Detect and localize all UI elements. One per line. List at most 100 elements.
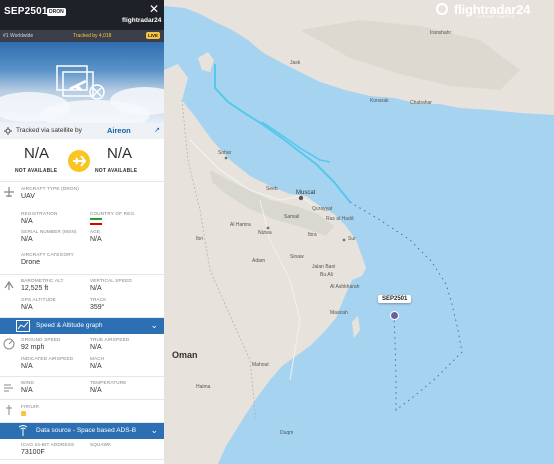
data-source-label: Data source - Space based ADS-B [36, 427, 137, 434]
speed-graph-label: Speed & Altitude graph [36, 322, 103, 329]
serial-number-label: SERIAL NUMBER (MSN) [21, 229, 77, 234]
external-link-icon[interactable]: ↗ [154, 126, 160, 134]
wind-icon [4, 384, 13, 392]
speed-altitude-graph-toggle[interactable]: Speed & Altitude graph ⌄ [0, 318, 164, 334]
city-dot [224, 156, 228, 160]
temperature-label: TEMPERATURE [90, 380, 127, 385]
map-label-adam: Adam [252, 258, 266, 264]
map-label-jask: Jask [290, 60, 301, 66]
map-label-sur: Sur [348, 236, 356, 242]
track-label: TRACK [90, 297, 107, 302]
lock-icon [21, 411, 26, 416]
icao-address-value: 73100F [21, 449, 45, 456]
airplane-icon [68, 150, 90, 172]
close-panel-button[interactable]: ✕ [149, 2, 159, 16]
flight-callsign-tag[interactable]: SEP2501 [378, 295, 412, 303]
fr24-logo-icon [436, 3, 448, 15]
map-label-duqm: Duqm [280, 430, 294, 436]
map-label-mahout: Mahout [252, 362, 269, 368]
ground-speed-value: 92 mph [21, 344, 45, 351]
aircraft-marker[interactable] [390, 311, 399, 320]
map-label-bu-ali: Bu Ali [320, 272, 333, 278]
aircraft-section: AIRCRAFT TYPE (DRON) UAV REGISTRATION N/… [0, 182, 164, 275]
aircraft-icon [4, 187, 14, 197]
mach-label: MACH [90, 356, 105, 361]
tracked-count: Tracked by 4,018 [73, 33, 112, 39]
fir-uir-label: FIR/UIR [21, 404, 39, 409]
aircraft-type-label: AIRCRAFT TYPE (DRON) [21, 186, 79, 191]
map-label-ibri: Ibri [196, 236, 203, 242]
iran-flag-icon [90, 218, 102, 225]
destination-airport: N/A [107, 145, 133, 162]
satellite-tracking-row[interactable]: Tracked via satellite by Aireon ↗ [0, 123, 164, 139]
map-label-samail: Samail [284, 214, 300, 220]
fr24-logo: flightradar24 LIVE AIR TRAFFIC [436, 2, 546, 20]
city-dot [266, 226, 270, 230]
registration-value: N/A [21, 218, 33, 225]
aircraft-category-value: Drone [21, 259, 41, 266]
map-label-chabahar: Chabahar [410, 100, 432, 106]
route-section: N/A NOT AVAILABLE N/A NOT AVAILABLE [0, 139, 164, 182]
aircraft-type-badge: DRON [47, 8, 66, 16]
indicated-airspeed-value: N/A [21, 363, 33, 370]
fir-section: FIR/UIR [0, 400, 164, 423]
map-label-seeb: Seeb [266, 186, 278, 192]
vertical-speed-value: N/A [90, 285, 102, 292]
map-label-nizwa: Nizwa [258, 230, 272, 236]
origin-airport: N/A [24, 145, 50, 162]
map-label-muscat: Muscat [296, 190, 316, 196]
speedometer-icon [3, 338, 15, 350]
temperature-value: N/A [90, 387, 102, 394]
fr24-logo-tagline: LIVE AIR TRAFFIC [476, 14, 515, 19]
live-badge: LIVE [145, 32, 160, 39]
aircraft-type-value: UAV [21, 193, 35, 200]
city-dot [342, 238, 346, 242]
panel-brand: flightradar24 [122, 17, 162, 24]
city-dot-muscat [298, 195, 304, 201]
barometric-altitude-value: 12,525 ft [21, 285, 49, 292]
ground-speed-label: GROUND SPEED [21, 337, 61, 342]
true-airspeed-value: N/A [90, 344, 102, 351]
aircraft-photo-placeholder [0, 42, 164, 123]
fir-icon [6, 405, 12, 415]
wind-value: N/A [21, 387, 33, 394]
map-label-ibra: Ibra [308, 232, 317, 238]
barometric-altitude-label: BAROMETRIC ALT. [21, 278, 65, 283]
map-label-haima: Haima [196, 384, 211, 390]
satellite-text: Tracked via satellite by [16, 127, 82, 134]
age-label: AGE [90, 229, 101, 234]
map-label-sinaw: Sinaw [290, 254, 304, 260]
altitude-icon [4, 280, 14, 290]
map-label-masirah: Masirah [330, 310, 348, 316]
map-label-iranshahr: Iranshahr [430, 30, 452, 36]
country-label: COUNTRY OF REG. [90, 211, 136, 216]
data-source-toggle[interactable]: Data source - Space based ADS-B ⌄ [0, 423, 164, 439]
wind-label: WIND [21, 380, 35, 385]
map-label-oman: Oman [172, 350, 198, 360]
map-label-konarak: Konarak [370, 98, 389, 104]
gps-altitude-label: GPS ALTITUDE [21, 297, 56, 302]
age-value: N/A [90, 236, 102, 243]
gps-altitude-value: N/A [21, 304, 33, 311]
flight-callsign: SEP2501 [4, 6, 48, 17]
map-label-alhamra: Al Hamra [230, 222, 251, 228]
origin-subtitle: NOT AVAILABLE [15, 168, 58, 174]
aircraft-category-label: AIRCRAFT CATEGORY [21, 252, 74, 257]
panel-status-bar: #1 Worldwide Tracked by 4,018 LIVE [0, 30, 164, 42]
antenna-icon [18, 425, 28, 436]
icao-address-label: ICAO 24-BIT ADDRESS [21, 442, 75, 447]
true-airspeed-label: TRUE AIRSPEED [90, 337, 130, 342]
map-label-sohar: Sohar [218, 150, 232, 156]
panel-header: SEP2501 DRON ✕ flightradar24 [0, 0, 164, 30]
speed-section: GROUND SPEED 92 mph TRUE AIRSPEED N/A IN… [0, 334, 164, 377]
map-label-ras-al-hadd: Ras al Hadd [326, 216, 354, 222]
satellite-icon [4, 127, 12, 135]
graph-icon [16, 320, 30, 332]
no-photo-icon [56, 65, 105, 100]
map-label-qurayyat: Qurayyat [312, 206, 333, 212]
vertical-speed-label: VERTICAL SPEED [90, 278, 132, 283]
mach-value: N/A [90, 363, 102, 370]
indicated-airspeed-label: INDICATED AIRSPEED [21, 356, 74, 361]
map-label-jalan-bani: Jalan Bani [312, 264, 336, 270]
aireon-logo: Aireon [107, 126, 131, 135]
